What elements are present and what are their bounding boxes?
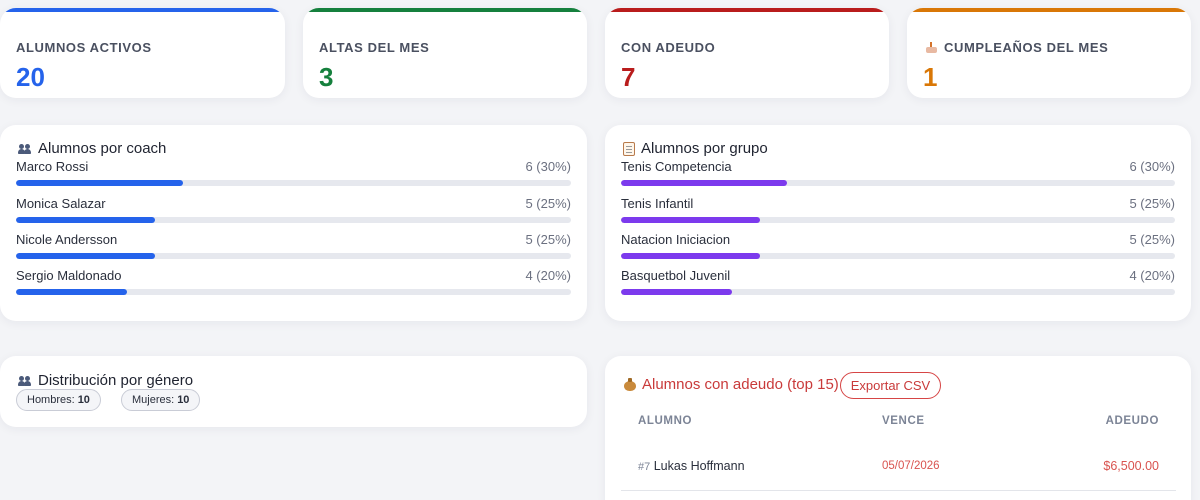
progress-fill bbox=[621, 253, 760, 259]
stat-label: CUMPLEAÑOS DEL MES bbox=[944, 40, 1109, 55]
table-cell-amount: $6,500.00 bbox=[1103, 459, 1159, 473]
section-title-text: Alumnos con adeudo (top 15) bbox=[642, 376, 839, 393]
coach-count: 4 (20%) bbox=[525, 268, 571, 283]
birthday-cake-icon bbox=[925, 42, 938, 53]
progress-track bbox=[621, 253, 1175, 259]
group-count: 6 (30%) bbox=[1129, 159, 1175, 174]
progress-track bbox=[621, 180, 1175, 186]
table-row-student[interactable]: #7 Lukas Hoffmann bbox=[638, 459, 745, 473]
coach-row: Marco Rossi 6 (30%) bbox=[16, 159, 571, 195]
group-distribution-card: Alumnos por grupo Tenis Competencia 6 (3… bbox=[605, 125, 1191, 321]
progress-fill bbox=[621, 289, 732, 295]
stat-label: CON ADEUDO bbox=[621, 40, 716, 55]
section-title: Alumnos por coach bbox=[18, 140, 166, 157]
coach-count: 5 (25%) bbox=[525, 232, 571, 247]
coach-count: 6 (30%) bbox=[525, 159, 571, 174]
row-divider bbox=[621, 490, 1176, 491]
progress-track bbox=[16, 253, 571, 259]
stat-card-birthdays: CUMPLEAÑOS DEL MES 1 bbox=[907, 8, 1191, 98]
stat-value: 3 bbox=[319, 62, 334, 92]
coach-row: Sergio Maldonado 4 (20%) bbox=[16, 268, 571, 304]
progress-track bbox=[621, 217, 1175, 223]
pill-value: 10 bbox=[177, 394, 190, 406]
table-cell-due-date: 05/07/2026 bbox=[882, 460, 940, 472]
progress-fill bbox=[16, 253, 155, 259]
group-row: Natacion Iniciacion 5 (25%) bbox=[621, 232, 1175, 268]
section-title-text: Alumnos por coach bbox=[38, 140, 167, 157]
stat-value: 20 bbox=[16, 62, 45, 92]
group-count: 5 (25%) bbox=[1129, 232, 1175, 247]
column-header-due: VENCE bbox=[882, 415, 925, 427]
coach-name: Sergio Maldonado bbox=[16, 268, 122, 283]
pill-label: Hombres: bbox=[27, 394, 75, 406]
stat-label: ALUMNOS ACTIVOS bbox=[16, 40, 152, 55]
column-header-student: ALUMNO bbox=[638, 415, 693, 427]
section-title: Alumnos con adeudo (top 15) bbox=[624, 376, 839, 393]
stat-card-new-this-month: ALTAS DEL MES 3 bbox=[303, 8, 587, 98]
progress-fill bbox=[16, 217, 155, 223]
group-count: 4 (20%) bbox=[1129, 268, 1175, 283]
progress-track bbox=[621, 289, 1175, 295]
coach-name: Monica Salazar bbox=[16, 196, 106, 211]
gender-pill-female: Mujeres: 10 bbox=[121, 389, 201, 411]
coach-count: 5 (25%) bbox=[525, 196, 571, 211]
group-name: Natacion Iniciacion bbox=[621, 232, 731, 247]
group-name: Tenis Competencia bbox=[621, 159, 732, 174]
section-title-text: Alumnos por grupo bbox=[641, 140, 768, 157]
pill-label: Mujeres: bbox=[132, 394, 175, 406]
people-icon bbox=[18, 375, 32, 386]
progress-fill bbox=[16, 180, 183, 186]
stat-value: 7 bbox=[621, 62, 636, 92]
column-header-amount: ADEUDO bbox=[1105, 415, 1159, 427]
people-icon bbox=[18, 143, 32, 154]
coach-name: Nicole Andersson bbox=[16, 232, 118, 247]
group-row: Tenis Infantil 5 (25%) bbox=[621, 196, 1175, 232]
progress-fill bbox=[621, 217, 760, 223]
progress-track bbox=[16, 180, 571, 186]
group-name: Tenis Infantil bbox=[621, 196, 694, 211]
group-row: Basquetbol Juvenil 4 (20%) bbox=[621, 268, 1175, 304]
section-title: Alumnos por grupo bbox=[623, 140, 768, 157]
progress-fill bbox=[621, 180, 788, 186]
section-title-text: Distribución por género bbox=[38, 372, 194, 389]
stat-label: ALTAS DEL MES bbox=[319, 40, 430, 55]
pill-value: 10 bbox=[77, 394, 90, 406]
stat-label-row: CUMPLEAÑOS DEL MES bbox=[925, 40, 1108, 55]
group-name: Basquetbol Juvenil bbox=[621, 268, 731, 283]
export-csv-button[interactable]: Exportar CSV bbox=[840, 372, 941, 399]
student-name: Lukas Hoffmann bbox=[653, 459, 745, 473]
coach-distribution-card: Alumnos por coach Marco Rossi 6 (30%) Mo… bbox=[0, 125, 587, 321]
stat-card-with-debt: CON ADEUDO 7 bbox=[605, 8, 889, 98]
gender-pill-male: Hombres: 10 bbox=[16, 389, 101, 411]
coach-name: Marco Rossi bbox=[16, 159, 89, 174]
group-row: Tenis Competencia 6 (30%) bbox=[621, 159, 1175, 195]
clipboard-icon bbox=[623, 141, 635, 156]
coach-row: Monica Salazar 5 (25%) bbox=[16, 196, 571, 232]
group-count: 5 (25%) bbox=[1129, 196, 1175, 211]
stat-card-active-students: ALUMNOS ACTIVOS 20 bbox=[0, 8, 285, 98]
money-bag-icon bbox=[624, 378, 636, 391]
coach-row: Nicole Andersson 5 (25%) bbox=[16, 232, 571, 268]
stat-value: 1 bbox=[923, 62, 938, 92]
section-title: Distribución por género bbox=[18, 372, 193, 389]
progress-track bbox=[16, 217, 571, 223]
student-id: #7 bbox=[638, 461, 651, 473]
progress-fill bbox=[16, 289, 127, 295]
progress-track bbox=[16, 289, 571, 295]
